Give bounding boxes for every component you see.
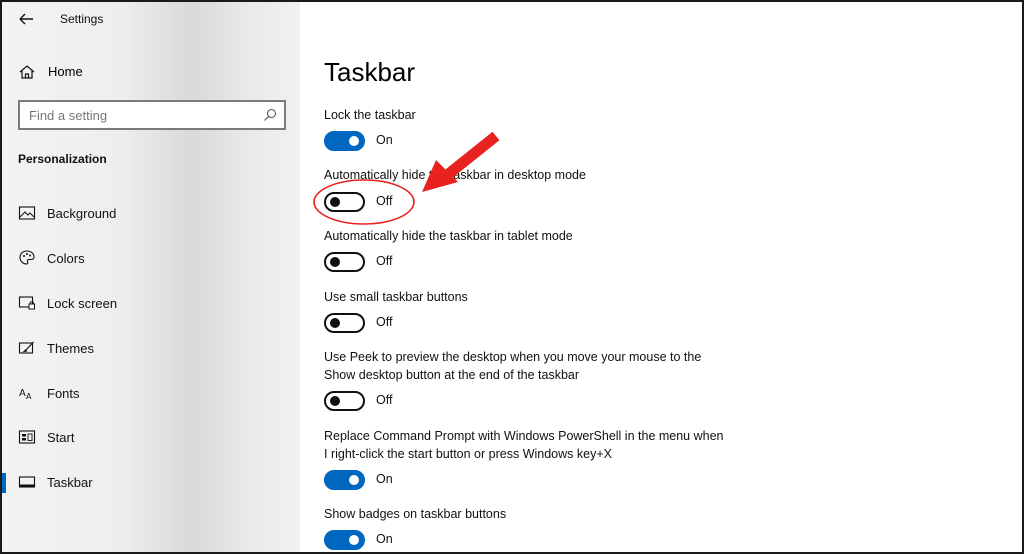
annotation-arrow-icon — [422, 131, 500, 192]
sidebar-item-start[interactable]: Start — [2, 420, 300, 454]
sidebar-item-label: Start — [47, 430, 75, 445]
sidebar: Settings Home Personalization Background — [2, 2, 300, 552]
home-icon — [18, 63, 36, 81]
toggle-switch[interactable] — [324, 313, 365, 333]
annotation-circle — [313, 179, 415, 225]
toggle-row: Off — [324, 391, 444, 413]
toggle-state: On — [376, 532, 393, 546]
sidebar-item-label: Colors — [47, 251, 85, 266]
setting-label: Use small taskbar buttons — [324, 290, 468, 304]
main-panel: Taskbar Lock the taskbar On Automaticall… — [300, 2, 1022, 552]
sidebar-item-home[interactable]: Home — [2, 56, 300, 88]
lock-screen-icon — [18, 294, 36, 312]
toggle-row: On — [324, 530, 444, 552]
sidebar-item-label: Lock screen — [47, 296, 118, 311]
toggle-state: On — [376, 472, 393, 486]
toggle-state: Off — [376, 315, 393, 329]
sidebar-item-lock-screen[interactable]: Lock screen — [2, 286, 300, 320]
sidebar-item-label: Themes — [47, 341, 94, 356]
svg-text:A: A — [26, 392, 32, 401]
setting-label: Show badges on taskbar buttons — [324, 507, 507, 521]
home-label: Home — [48, 64, 83, 79]
toggle-knob — [330, 318, 340, 328]
sidebar-item-themes[interactable]: Themes — [2, 331, 300, 365]
start-icon — [18, 428, 36, 446]
fonts-icon: AA — [18, 384, 36, 402]
sidebar-item-background[interactable]: Background — [2, 196, 300, 230]
app-title: Settings — [60, 12, 104, 26]
palette-icon — [18, 249, 36, 267]
sidebar-item-label: Taskbar — [47, 475, 93, 490]
toggle-row: Off — [324, 313, 444, 335]
toggle-knob — [330, 396, 340, 406]
toggle-switch[interactable] — [324, 530, 365, 550]
back-arrow-icon — [19, 13, 33, 25]
setting-label: Lock the taskbar — [324, 108, 416, 122]
search-box — [18, 100, 286, 130]
toggle-row: Off — [324, 252, 444, 274]
back-button[interactable] — [14, 8, 38, 30]
toggle-switch[interactable] — [324, 252, 365, 272]
sidebar-item-label: Fonts — [47, 386, 80, 401]
section-heading: Personalization — [18, 152, 107, 166]
sidebar-item-taskbar[interactable]: Taskbar — [2, 465, 300, 499]
toggle-state: Off — [376, 393, 393, 407]
title-bar: Settings — [2, 2, 300, 36]
themes-icon — [18, 339, 36, 357]
sidebar-item-colors[interactable]: Colors — [2, 241, 300, 275]
taskbar-icon — [18, 473, 36, 491]
toggle-state: On — [376, 133, 393, 147]
toggle-knob — [330, 257, 340, 267]
setting-label: Replace Command Prompt with Windows Powe… — [324, 429, 724, 461]
sidebar-item-fonts[interactable]: AA Fonts — [2, 376, 300, 410]
toggle-switch[interactable] — [324, 391, 365, 411]
setting-label: Use Peek to preview the desktop when you… — [324, 350, 702, 382]
toggle-row: On — [324, 470, 444, 492]
selection-indicator — [2, 473, 6, 493]
toggle-knob — [349, 136, 359, 146]
image-icon — [18, 204, 36, 222]
sidebar-item-label: Background — [47, 206, 117, 221]
svg-text:A: A — [19, 388, 26, 399]
settings-window: Settings Home Personalization Background — [0, 0, 1024, 554]
toggle-knob — [349, 535, 359, 545]
toggle-state: Off — [376, 254, 393, 268]
toggle-switch[interactable] — [324, 470, 365, 490]
setting-label: Automatically hide the taskbar in tablet… — [324, 229, 573, 243]
toggle-knob — [349, 475, 359, 485]
page-title: Taskbar — [324, 57, 416, 87]
search-icon[interactable] — [263, 108, 277, 122]
toggle-switch[interactable] — [324, 131, 365, 151]
search-input[interactable] — [20, 102, 256, 128]
